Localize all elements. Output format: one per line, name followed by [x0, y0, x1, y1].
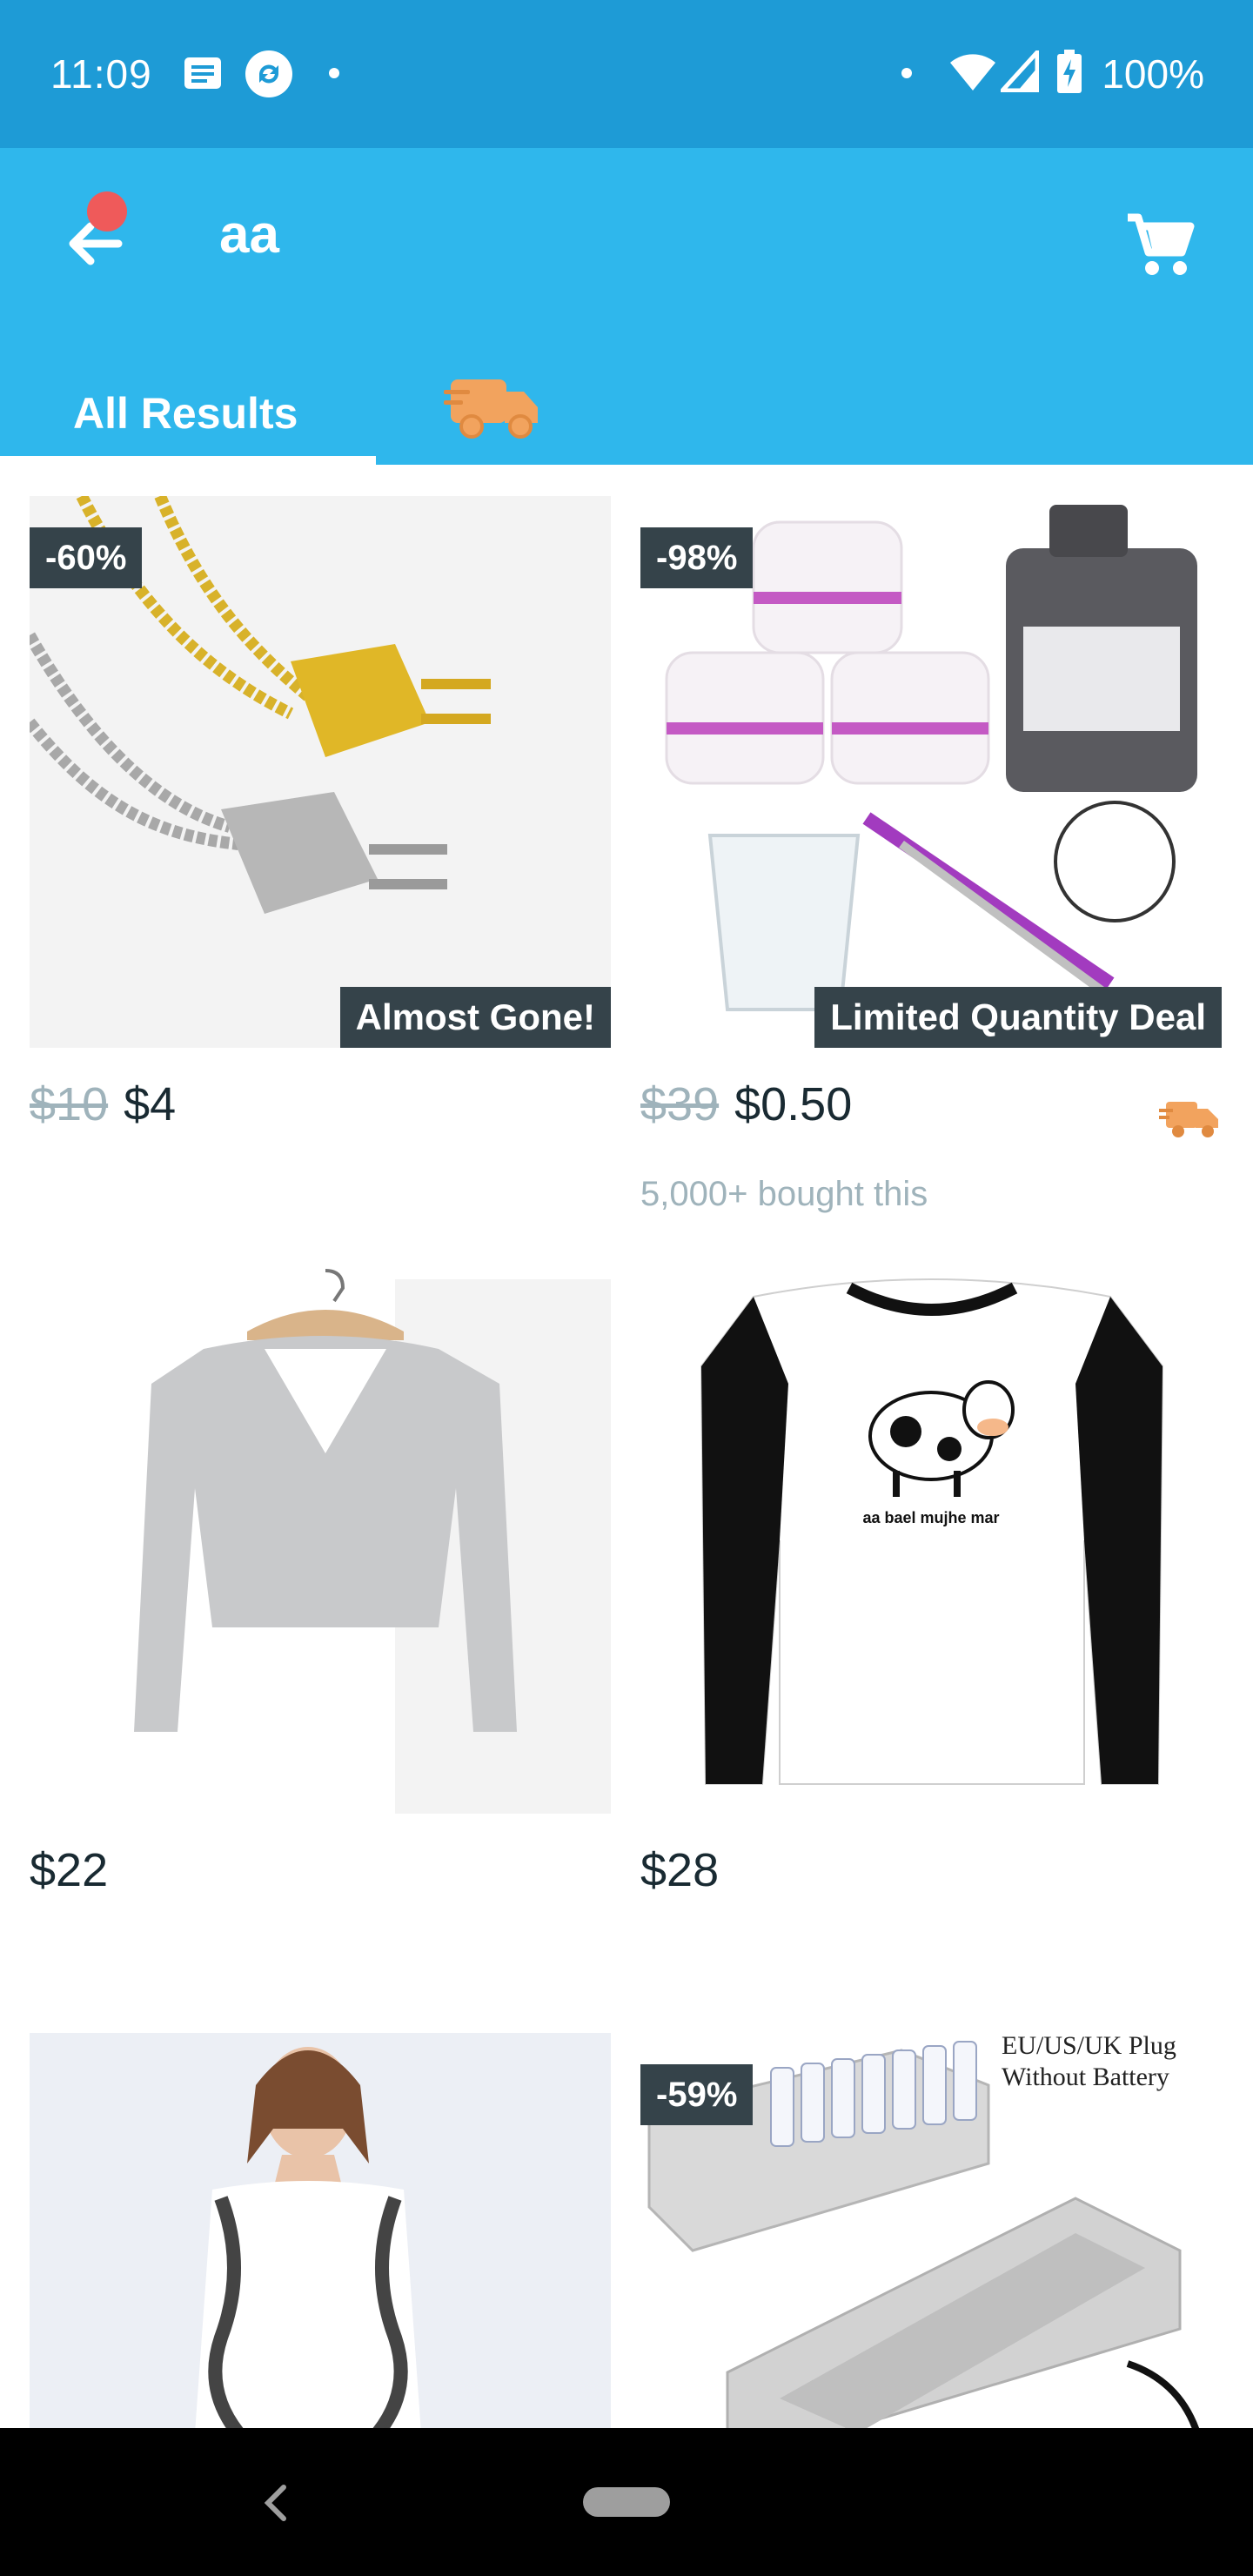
product-card[interactable]: $22: [30, 1262, 611, 1976]
sync-icon: [245, 50, 292, 97]
message-icon: [184, 57, 221, 89]
nav-home-pill[interactable]: [583, 2487, 670, 2517]
current-price: $22: [30, 1844, 109, 1896]
signal-icon: [1001, 50, 1039, 92]
image-caption-line1: EU/US/UK Plug: [1002, 2033, 1176, 2060]
product-card[interactable]: -60% Almost Gone! $10 $4: [30, 496, 611, 1210]
current-price: $0.50: [734, 1078, 853, 1130]
bought-count: 5,000+ bought this: [640, 1175, 928, 1213]
original-price: $39: [640, 1078, 720, 1130]
shipping-truck-icon: [444, 379, 538, 439]
nav-back-icon[interactable]: [258, 2477, 292, 2529]
product-card[interactable]: aa bael mujhe mar $28: [640, 1262, 1222, 1976]
app-bar: aa All Results: [0, 148, 1253, 465]
dot-icon: [901, 68, 912, 78]
tab-fast-shipping[interactable]: [435, 353, 574, 465]
notification-dot: [87, 191, 127, 231]
product-image[interactable]: aa bael mujhe mar: [640, 1262, 1222, 1814]
wifi-icon: [950, 54, 995, 91]
product-image[interactable]: -98% Limited Quantity Deal: [640, 496, 1222, 1048]
system-nav-bar: [0, 2428, 1253, 2576]
discount-badge: -60%: [30, 527, 143, 588]
battery-charging-icon: [1057, 50, 1082, 93]
product-image[interactable]: EU/US/UK Plug Without Battery -59%: [640, 2033, 1222, 2428]
tab-label: All Results: [73, 389, 298, 438]
discount-badge: -98%: [640, 527, 754, 588]
product-card[interactable]: [30, 2033, 611, 2428]
product-grid: -60% Almost Gone! $10 $4 -98% Limited Qu…: [0, 465, 1253, 2428]
product-image[interactable]: [30, 1262, 611, 1814]
current-price: $28: [640, 1844, 720, 1896]
tab-all-results[interactable]: All Results: [0, 353, 376, 465]
product-image[interactable]: -60% Almost Gone!: [30, 496, 611, 1048]
image-caption-line2: Without Battery: [1002, 2063, 1169, 2091]
tab-indicator: [0, 456, 376, 465]
current-price: $4: [124, 1078, 177, 1130]
urgency-badge: Almost Gone!: [339, 987, 611, 1048]
search-query[interactable]: aa: [219, 204, 279, 265]
urgency-badge: Limited Quantity Deal: [814, 987, 1222, 1048]
battery-percent: 100%: [1102, 51, 1204, 97]
original-price: $10: [30, 1078, 109, 1130]
product-card[interactable]: EU/US/UK Plug Without Battery -59%: [640, 2033, 1222, 2428]
price-row: $10 $4: [30, 1077, 176, 1138]
price-row: $28: [640, 1843, 719, 1904]
price-row: $39 $0.50: [640, 1077, 852, 1138]
back-button[interactable]: [52, 191, 139, 287]
fast-shipping-icon: [1159, 1102, 1218, 1137]
cart-button[interactable]: [1116, 200, 1203, 287]
product-card[interactable]: -98% Limited Quantity Deal $39 $0.50 5,00…: [640, 496, 1222, 1213]
status-bar: 11:09 100%: [0, 0, 1253, 148]
dot-icon: [329, 68, 339, 78]
discount-badge: -59%: [640, 2064, 754, 2125]
status-time: 11:09: [50, 51, 152, 97]
price-row: $22: [30, 1843, 108, 1904]
tshirt-print-text: aa bael mujhe mar: [862, 1509, 999, 1526]
app-screen: 11:09 100% aa All Results -60% Almost Go…: [0, 0, 1253, 2576]
cart-icon: [1128, 213, 1195, 275]
product-image[interactable]: [30, 2033, 611, 2428]
